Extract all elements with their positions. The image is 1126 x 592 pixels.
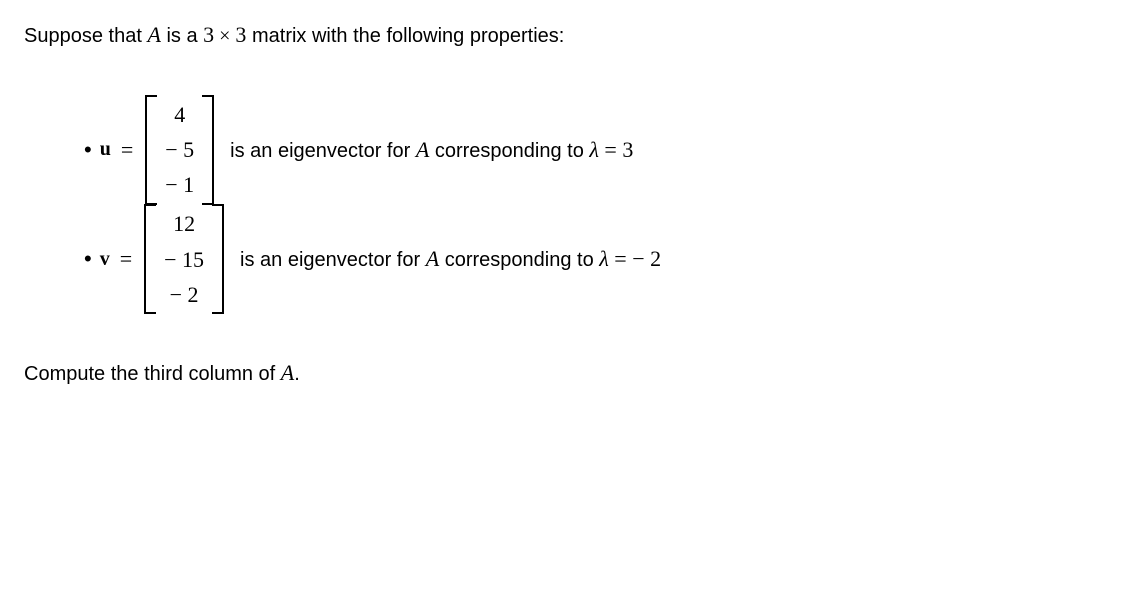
bullet-icon: • bbox=[84, 246, 92, 272]
intro-dim1: 3 bbox=[203, 22, 214, 47]
v-entry-1: − 15 bbox=[164, 242, 204, 277]
intro-prefix: Suppose that bbox=[24, 25, 147, 47]
v-eq: = bbox=[609, 246, 632, 271]
intro-dim2: 3 bbox=[235, 22, 246, 47]
question-A: A bbox=[281, 360, 294, 385]
intro-text: Suppose that A is a 3 × 3 matrix with th… bbox=[24, 20, 1102, 51]
matrix-v: 12 − 15 − 2 bbox=[142, 200, 226, 318]
v-desc-A: A bbox=[426, 246, 439, 271]
bullet-icon: • bbox=[84, 137, 92, 163]
item-u: • u = 4 − 5 − 1 is an eigenvector for A … bbox=[84, 91, 1102, 209]
intro-mid1: is a bbox=[161, 25, 203, 47]
v-desc-mid: corresponding to bbox=[439, 249, 599, 271]
u-eq: = bbox=[599, 137, 622, 162]
item-v: • v = 12 − 15 − 2 is an eigenvector for … bbox=[84, 200, 1102, 318]
question-text: Compute the third column of A. bbox=[24, 360, 1102, 386]
u-desc-A: A bbox=[416, 137, 429, 162]
v-entry-0: 12 bbox=[173, 206, 195, 241]
v-desc-prefix: is an eigenvector for bbox=[240, 249, 426, 271]
intro-times: × bbox=[214, 25, 235, 47]
u-entry-0: 4 bbox=[174, 97, 185, 132]
eigenvector-list: • u = 4 − 5 − 1 is an eigenvector for A … bbox=[24, 91, 1102, 318]
question-suffix: . bbox=[294, 363, 300, 385]
u-value: 3 bbox=[622, 137, 633, 162]
intro-suffix: matrix with the following properties: bbox=[246, 25, 564, 47]
u-desc-prefix: is an eigenvector for bbox=[230, 140, 416, 162]
vec-u: u bbox=[100, 138, 111, 161]
v-value: − 2 bbox=[632, 246, 661, 271]
vec-v: v bbox=[100, 248, 110, 271]
equation-v: v = 12 − 15 − 2 is an eigenvector for A … bbox=[100, 200, 661, 318]
v-lambda: λ bbox=[599, 246, 609, 271]
question-prefix: Compute the third column of bbox=[24, 363, 281, 385]
u-desc: is an eigenvector for A corresponding to… bbox=[230, 137, 633, 163]
u-desc-mid: corresponding to bbox=[429, 140, 589, 162]
equation-u: u = 4 − 5 − 1 is an eigenvector for A co… bbox=[100, 91, 634, 209]
u-lambda: λ bbox=[589, 137, 599, 162]
u-entry-1: − 5 bbox=[165, 132, 194, 167]
v-entry-2: − 2 bbox=[170, 277, 199, 312]
matrix-u: 4 − 5 − 1 bbox=[143, 91, 216, 209]
v-desc: is an eigenvector for A corresponding to… bbox=[240, 246, 661, 272]
u-entry-2: − 1 bbox=[165, 167, 194, 202]
eq-sign: = bbox=[120, 246, 132, 272]
eq-sign: = bbox=[121, 137, 133, 163]
intro-A: A bbox=[147, 22, 160, 47]
